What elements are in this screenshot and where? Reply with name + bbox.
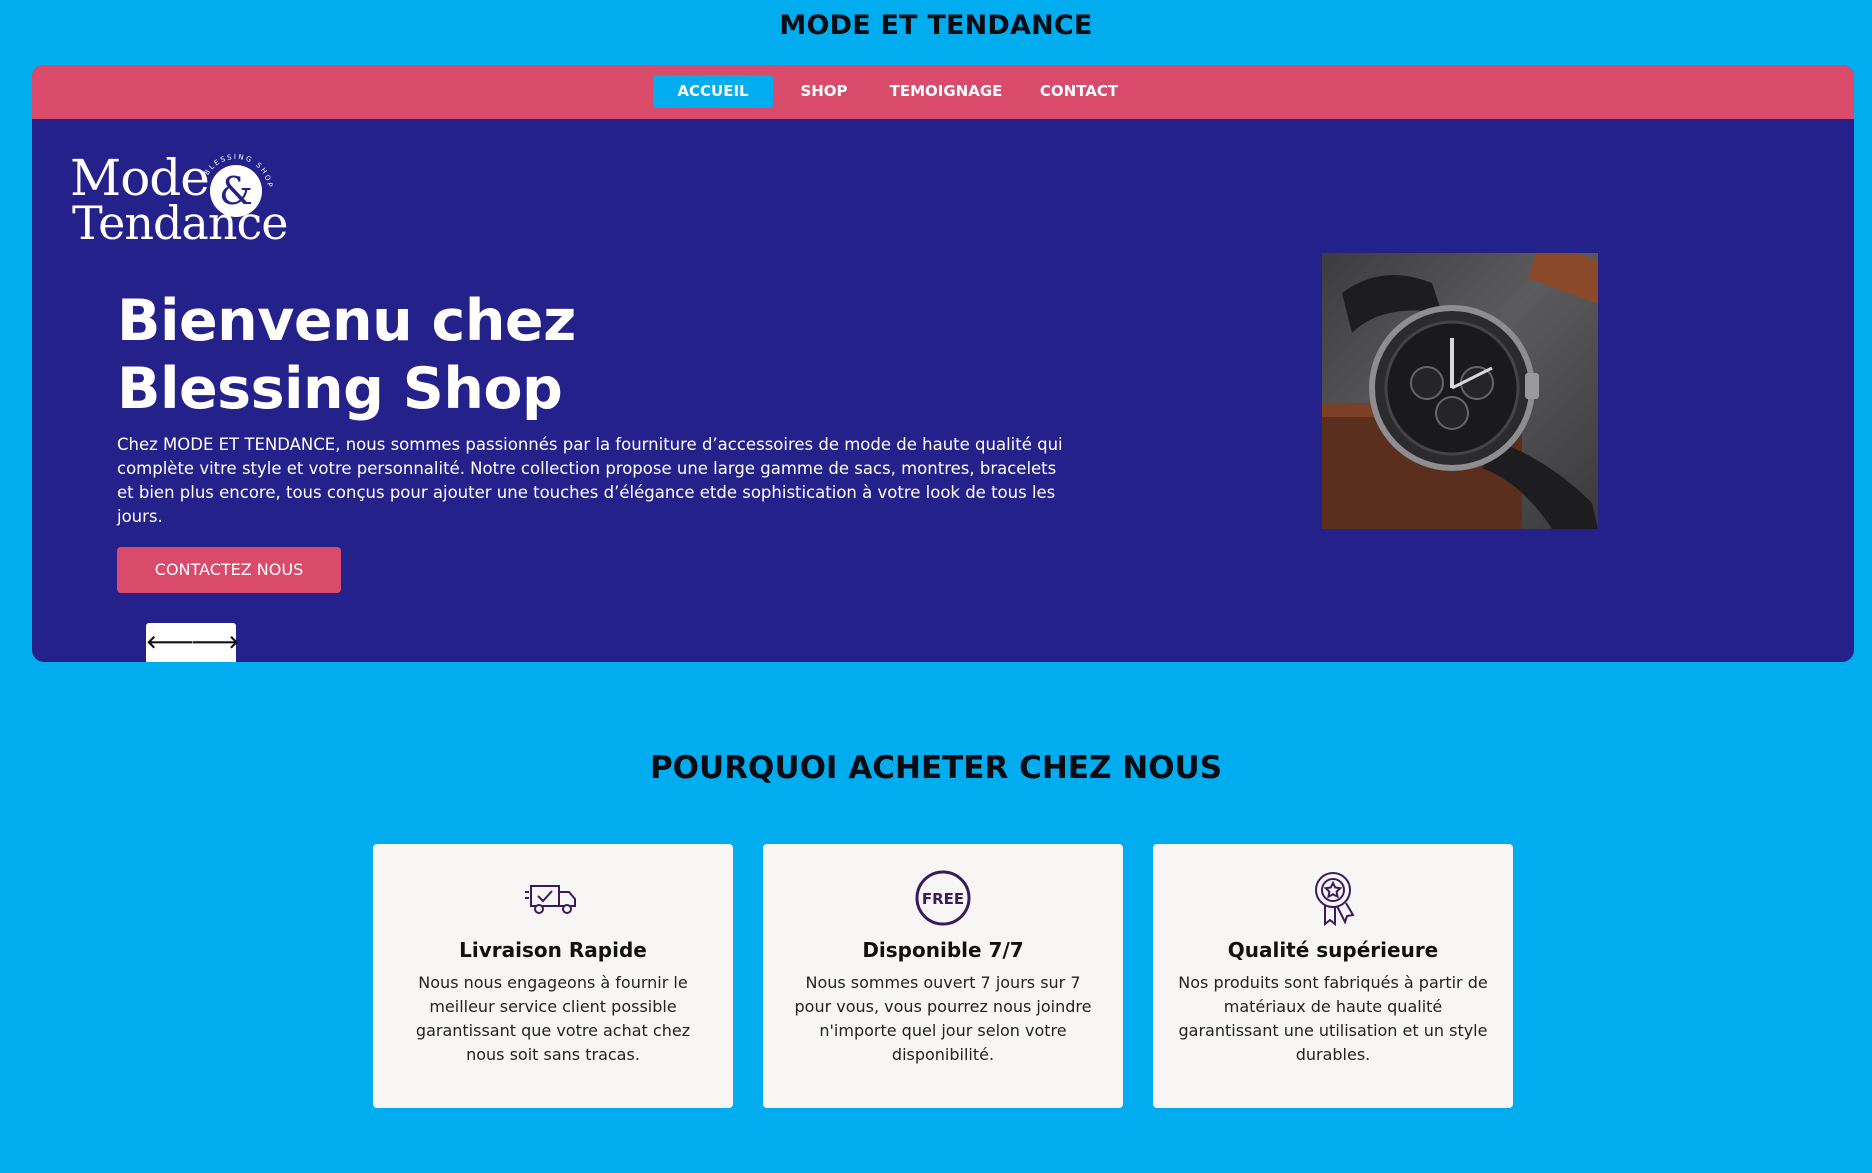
slider-controls: 🡐 🡒 — [146, 623, 239, 662]
feature-text: Nous nous engageons à fournir le meilleu… — [415, 973, 691, 1064]
site-title: MODE ET TENDANCE — [779, 10, 1093, 41]
feature-text: Nous sommes ouvert 7 jours sur 7 pour vo… — [794, 973, 1092, 1064]
prev-arrow-icon[interactable]: 🡐 — [146, 623, 194, 662]
quality-award-icon — [1315, 872, 1355, 927]
feature-text: Nos produits sont fabriqués à partir de … — [1178, 973, 1488, 1064]
nav-item-contact[interactable]: CONTACT — [1029, 75, 1129, 108]
hero-heading-line2: Blessing Shop — [117, 356, 563, 422]
feature-card-disponible: FREE Disponible 7/7 Nous sommes ouvert 7… — [763, 844, 1123, 1108]
feature-title: Livraison Rapide — [459, 938, 647, 962]
svg-text:FREE: FREE — [922, 890, 964, 908]
hero-section: ACCUEIL SHOP TEMOIGNAGE CONTACT Mode Ten… — [32, 65, 1854, 662]
feature-title: Disponible 7/7 — [862, 938, 1024, 962]
section-title: POURQUOI ACHETER CHEZ NOUS — [649, 750, 1223, 786]
delivery-truck-icon — [525, 885, 576, 914]
feature-title: Qualité supérieure — [1227, 938, 1439, 962]
nav-item-shop[interactable]: SHOP — [784, 75, 864, 108]
hero-description: Chez MODE ET TENDANCE, nous sommes passi… — [117, 435, 1063, 526]
hero-heading: Bienvenu chez Blessing Shop — [117, 287, 817, 423]
free-badge-icon: FREE — [915, 870, 971, 926]
feature-card-qualite: Qualité supérieure Nos produits sont fab… — [1153, 844, 1513, 1108]
next-arrow-icon[interactable]: 🡒 — [191, 623, 239, 662]
brand-logo[interactable]: Mode Tendance & BLESSING SHOP — [70, 150, 288, 260]
hero-heading-line1: Bienvenu chez — [117, 288, 576, 354]
watch-image — [1322, 253, 1598, 529]
feature-card-livraison: Livraison Rapide Nous nous engageons à f… — [373, 844, 733, 1108]
nav-item-accueil[interactable]: ACCUEIL — [653, 75, 773, 108]
navbar: ACCUEIL SHOP TEMOIGNAGE CONTACT — [32, 65, 1854, 119]
svg-text:BLESSING SHOP: BLESSING SHOP — [203, 153, 274, 190]
wristwatch-photo-icon — [1322, 253, 1598, 529]
contact-us-button[interactable]: CONTACTEZ NOUS — [117, 547, 341, 593]
nav-item-temoignage[interactable]: TEMOIGNAGE — [881, 75, 1011, 108]
logo-ring-text: BLESSING SHOP — [203, 153, 274, 190]
